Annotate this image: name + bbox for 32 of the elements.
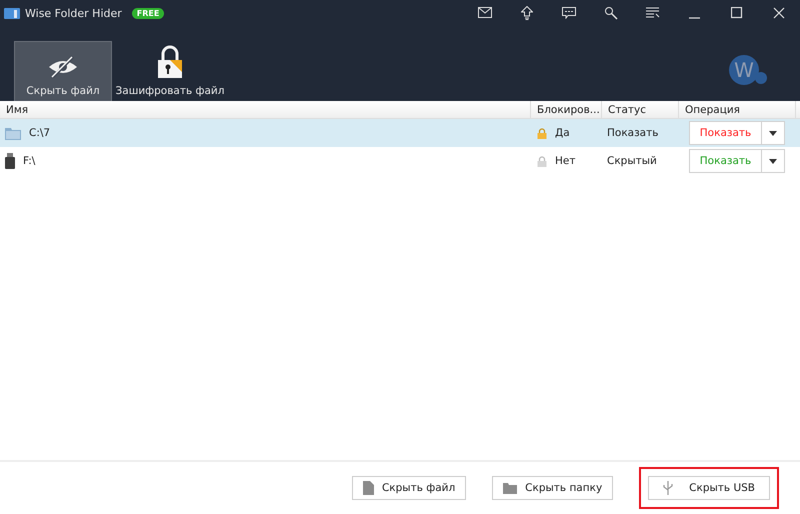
- action-button[interactable]: Скрыть USB: [648, 476, 770, 500]
- folder-icon: [503, 482, 518, 494]
- edition-badge: FREE: [132, 8, 164, 18]
- table-row[interactable]: C:\7 Да Показать Показать: [0, 119, 800, 147]
- padlock-icon: [156, 45, 184, 79]
- operation-label: Показать: [690, 122, 762, 144]
- table-cell: Нет: [555, 155, 576, 167]
- caret-icon: [769, 130, 777, 136]
- folder-icon: [5, 126, 21, 140]
- table-row[interactable]: F:\ Нет Скрытый Показать: [0, 147, 800, 175]
- action-button[interactable]: Скрыть файл: [352, 476, 466, 500]
- table-cell: C:\7: [29, 127, 50, 139]
- file-icon: [362, 481, 374, 495]
- caret-icon: [769, 158, 777, 164]
- usb-drive-icon: [5, 153, 15, 169]
- table-cell: Скрытый: [607, 155, 657, 167]
- usb-icon: [663, 481, 674, 495]
- column-header[interactable]: Имя: [0, 101, 531, 118]
- column-header[interactable]: Операция: [679, 101, 796, 118]
- window-title: Wise Folder Hider: [25, 6, 122, 20]
- operation-dropdown[interactable]: Показать: [689, 121, 785, 145]
- table-cell: Да: [555, 127, 570, 139]
- table-cell: Показать: [607, 127, 658, 139]
- app-logo-icon: [4, 6, 20, 20]
- toolbar-tab[interactable]: Зашифровать файл: [112, 41, 228, 101]
- column-header[interactable]: Статус: [602, 101, 679, 118]
- table-cell: F:\: [23, 155, 36, 167]
- hidden-eye-icon: [47, 55, 79, 79]
- action-button[interactable]: Скрыть папку: [492, 476, 614, 500]
- toolbar-tab[interactable]: Скрыть файл: [14, 41, 112, 101]
- column-header[interactable]: Блокиров...: [531, 101, 602, 118]
- operation-label: Показать: [690, 150, 762, 172]
